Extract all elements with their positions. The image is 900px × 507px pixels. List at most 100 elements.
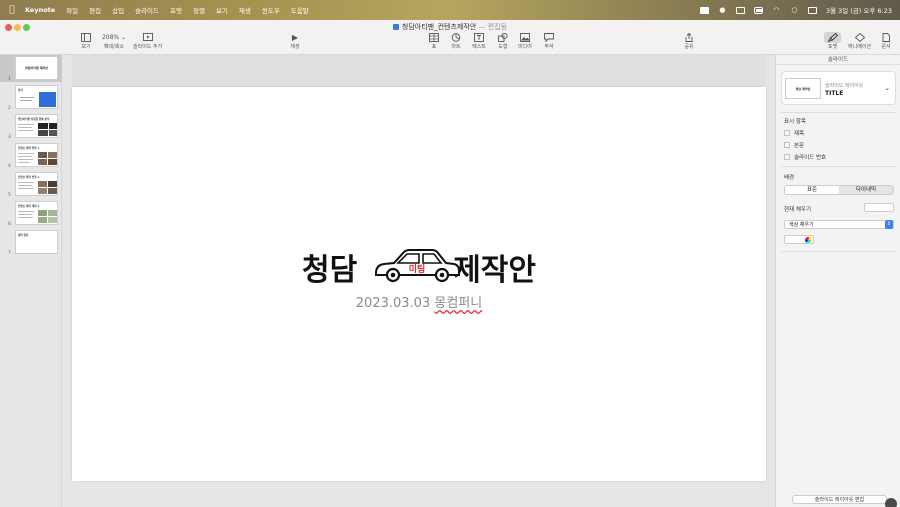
media-button[interactable]: 미디어 xyxy=(518,32,532,50)
zoom-label: 확대/축소 xyxy=(103,44,125,50)
slide-number: 4 xyxy=(8,164,11,169)
thumbnail-title: 청담아티팬 상위권 현황 분석 xyxy=(18,118,50,121)
table-button[interactable]: 표 xyxy=(427,32,441,50)
media-icon xyxy=(518,32,532,43)
apple-icon[interactable]:  xyxy=(7,5,17,15)
table-icon xyxy=(427,32,441,43)
battery-icon[interactable] xyxy=(753,6,763,14)
subtitle-company: 몽컴퍼니 xyxy=(434,296,483,311)
divider xyxy=(781,166,896,167)
add-slide-button[interactable]: 슬라이드 추가 xyxy=(133,32,162,50)
menu-format[interactable]: 포맷 xyxy=(170,5,182,15)
slide-subtitle[interactable]: 2023.03.03 몽컴퍼니 xyxy=(72,292,766,311)
layout-name: TITLE xyxy=(825,90,844,97)
current-fill-label: 현재 채우기 xyxy=(784,207,812,213)
spotlight-search-icon[interactable]: ○ xyxy=(790,6,799,14)
animate-button[interactable]: 애니메이션 xyxy=(848,32,871,50)
shape-button[interactable]: 도형 xyxy=(496,32,510,50)
play-button[interactable]: ▶ 재생 xyxy=(288,32,302,50)
divider xyxy=(781,112,896,113)
menu-view[interactable]: 보기 xyxy=(216,5,228,15)
view-button[interactable]: 보기 xyxy=(79,32,93,50)
table-label: 표 xyxy=(431,44,437,50)
current-fill-swatch[interactable] xyxy=(864,203,894,212)
menu-play[interactable]: 재생 xyxy=(239,5,251,15)
add-slide-icon xyxy=(141,32,155,43)
comment-button[interactable]: 주석 xyxy=(542,32,556,50)
dynamic-segment[interactable]: 다이내믹 xyxy=(839,186,893,194)
chevron-down-icon: ⌄ xyxy=(884,84,890,92)
slide-canvas-area[interactable]: 청담 제작안 미팅 2023.03.03 몽컴퍼니 xyxy=(62,55,775,507)
animate-label: 애니메이션 xyxy=(848,44,872,50)
slide-thumbnail-3[interactable]: 3 청담아티팬 상위권 현황 분석 xyxy=(0,113,62,140)
share-button[interactable]: 공유 xyxy=(682,32,696,50)
thumbnail-title: 제작 일정 xyxy=(18,234,29,237)
slide-thumbnail-1[interactable]: 1 청담아티팬 제작안 xyxy=(0,55,62,82)
slide-thumbnail-6[interactable]: 6 컨텐츠 제작 계획 ③ xyxy=(0,200,62,227)
slide-thumbnail-4[interactable]: 4 컨텐츠 제작 방향 ① xyxy=(0,142,62,169)
menu-bar:  Keynote 파일 편집 삽입 슬라이드 포맷 정렬 보기 재생 윈도우 … xyxy=(0,0,900,20)
share-icon xyxy=(682,32,696,43)
chat-status-icon[interactable]: ● xyxy=(718,6,727,14)
edit-slide-layout-button[interactable]: 슬라이드 레이아웃 편집 xyxy=(792,495,887,504)
document-name: 청담아티팬_컨텐츠제작안 xyxy=(401,23,477,31)
thumbnail-title: 컨텐츠 제작 계획 ③ xyxy=(18,205,40,208)
car-icon[interactable]: 미팅 xyxy=(372,245,462,285)
media-label: 미디어 xyxy=(518,44,532,50)
slide-navigator[interactable]: 1 청담아티팬 제작안 2 목차 3 청담아티팬 상위권 현황 분석 4 컨텐츠… xyxy=(0,55,62,507)
title-checkbox[interactable]: 제목 xyxy=(784,129,804,137)
background-segmented-control: 표준 다이내믹 xyxy=(784,185,894,195)
menu-app-name[interactable]: Keynote xyxy=(25,6,55,14)
paintbrush-icon xyxy=(824,32,841,43)
fill-type-select[interactable]: 색상 채우기 ⇕ xyxy=(784,220,894,229)
thumbnail-title: 청담아티팬 제작안 xyxy=(24,66,49,70)
chart-label: 차트 xyxy=(451,44,461,50)
format-button[interactable]: 포맷 xyxy=(824,32,841,50)
thumbnail-title: 목차 xyxy=(18,89,23,92)
menu-window[interactable]: 윈도우 xyxy=(262,5,280,15)
play-icon: ▶ xyxy=(291,33,299,42)
menu-help[interactable]: 도움말 xyxy=(291,5,309,15)
shape-label: 도형 xyxy=(498,44,508,50)
slide-canvas[interactable]: 청담 제작안 미팅 2023.03.03 몽컴퍼니 xyxy=(72,87,766,481)
menu-edit[interactable]: 편집 xyxy=(89,5,101,15)
text-label: 텍스트 xyxy=(472,44,486,50)
title-right-text: 제작안 xyxy=(453,253,536,288)
input-source-icon[interactable] xyxy=(735,6,745,14)
slide-layout-picker[interactable]: 청담 제작안 슬라이드 레이아웃 TITLE ⌄ xyxy=(781,71,896,105)
canvas-top-margin xyxy=(72,55,766,87)
standard-segment[interactable]: 표준 xyxy=(785,186,839,194)
body-checkbox[interactable]: 본문 xyxy=(784,141,804,149)
document-button[interactable]: 문서 xyxy=(879,32,893,50)
updown-arrows-icon: ⇕ xyxy=(885,220,893,229)
zoom-button[interactable]: 208% ⌄ 확대/축소 xyxy=(102,32,126,50)
view-label: 보기 xyxy=(81,44,91,50)
slide-thumbnail-2[interactable]: 2 목차 xyxy=(0,84,62,111)
wifi-icon[interactable]: ◠ xyxy=(772,6,781,14)
collapse-button[interactable] xyxy=(885,498,897,507)
chart-icon xyxy=(449,32,463,43)
layout-thumbnail: 청담 제작안 xyxy=(785,78,821,99)
inspector-tab-slide[interactable]: 슬라이드 xyxy=(776,55,900,65)
slide-number: 6 xyxy=(8,222,11,227)
slide-number: 1 xyxy=(8,77,11,82)
subtitle-date: 2023.03.03 xyxy=(355,296,431,311)
title-left-text: 청담 xyxy=(301,253,358,288)
menu-insert[interactable]: 삽입 xyxy=(112,5,124,15)
keynote-doc-icon xyxy=(392,24,399,30)
text-button[interactable]: 텍스트 xyxy=(472,32,486,50)
chart-button[interactable]: 차트 xyxy=(449,32,463,50)
slide-number-checkbox[interactable]: 슬라이드 번호 xyxy=(784,153,826,161)
menu-arrange[interactable]: 정렬 xyxy=(193,5,205,15)
slide-thumbnail-5[interactable]: 5 컨텐츠 제작 방향 ② xyxy=(0,171,62,198)
comment-icon xyxy=(542,32,556,43)
menu-slide[interactable]: 슬라이드 xyxy=(135,5,159,15)
color-wheel-icon xyxy=(805,237,811,243)
color-well[interactable] xyxy=(784,235,814,244)
grid-status-icon[interactable] xyxy=(699,6,709,14)
zoom-value: 208% ⌄ xyxy=(101,34,127,41)
control-center-icon[interactable] xyxy=(807,6,817,14)
slide-thumbnail-7[interactable]: 7 제작 일정 xyxy=(0,229,62,256)
menubar-clock[interactable]: 3월 3일 (금) 오후 6:23 xyxy=(826,5,892,15)
menu-file[interactable]: 파일 xyxy=(66,5,78,15)
